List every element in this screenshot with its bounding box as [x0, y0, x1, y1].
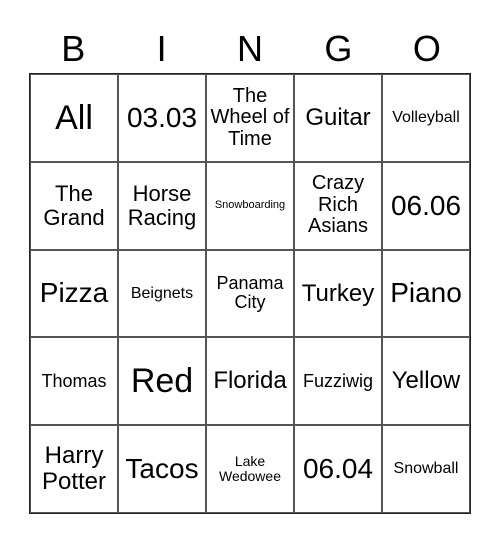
bingo-cell[interactable]: Thomas — [30, 337, 118, 426]
bingo-cell[interactable]: Panama City — [206, 249, 294, 338]
bingo-cell[interactable]: Snowball — [382, 425, 470, 513]
bingo-cell[interactable]: Fuzziwig — [294, 337, 382, 426]
bingo-cell[interactable]: Volleyball — [382, 74, 470, 162]
bingo-cell[interactable]: Beignets — [118, 249, 206, 338]
bingo-cell[interactable]: 03.03 — [118, 74, 206, 162]
bingo-cell[interactable]: Yellow — [382, 337, 470, 426]
bingo-cell[interactable]: Turkey — [294, 249, 382, 338]
bingo-cell[interactable]: Guitar — [294, 74, 382, 162]
bingo-cell[interactable]: Horse Racing — [118, 161, 206, 250]
bingo-grid: All 03.03 The Wheel of Time Guitar Volle… — [29, 73, 471, 514]
bingo-cell[interactable]: 06.04 — [294, 425, 382, 513]
header-letter-o: O — [412, 28, 441, 69]
bingo-cell[interactable]: Tacos — [118, 425, 206, 513]
bingo-cell[interactable]: All — [30, 74, 118, 162]
header-letter-i: I — [156, 28, 167, 69]
bingo-cell[interactable]: Florida — [206, 337, 294, 426]
header-letter-n: N — [237, 28, 264, 69]
bingo-cell[interactable]: The Grand — [30, 161, 118, 250]
bingo-cell[interactable]: Pizza — [30, 249, 118, 338]
bingo-cell[interactable]: Crazy Rich Asians — [294, 161, 382, 250]
bingo-cell[interactable]: Piano — [382, 249, 470, 338]
bingo-header: B I N G O — [29, 24, 471, 74]
bingo-cell[interactable]: Snowboarding — [206, 161, 294, 250]
bingo-cell[interactable]: Red — [118, 337, 206, 426]
header-letter-b: B — [61, 28, 86, 69]
bingo-cell[interactable]: 06.06 — [382, 161, 470, 250]
bingo-cell[interactable]: Lake Wedowee — [206, 425, 294, 513]
header-letter-g: G — [324, 28, 353, 69]
bingo-cell[interactable]: The Wheel of Time — [206, 74, 294, 162]
bingo-cell[interactable]: Harry Potter — [30, 425, 118, 513]
